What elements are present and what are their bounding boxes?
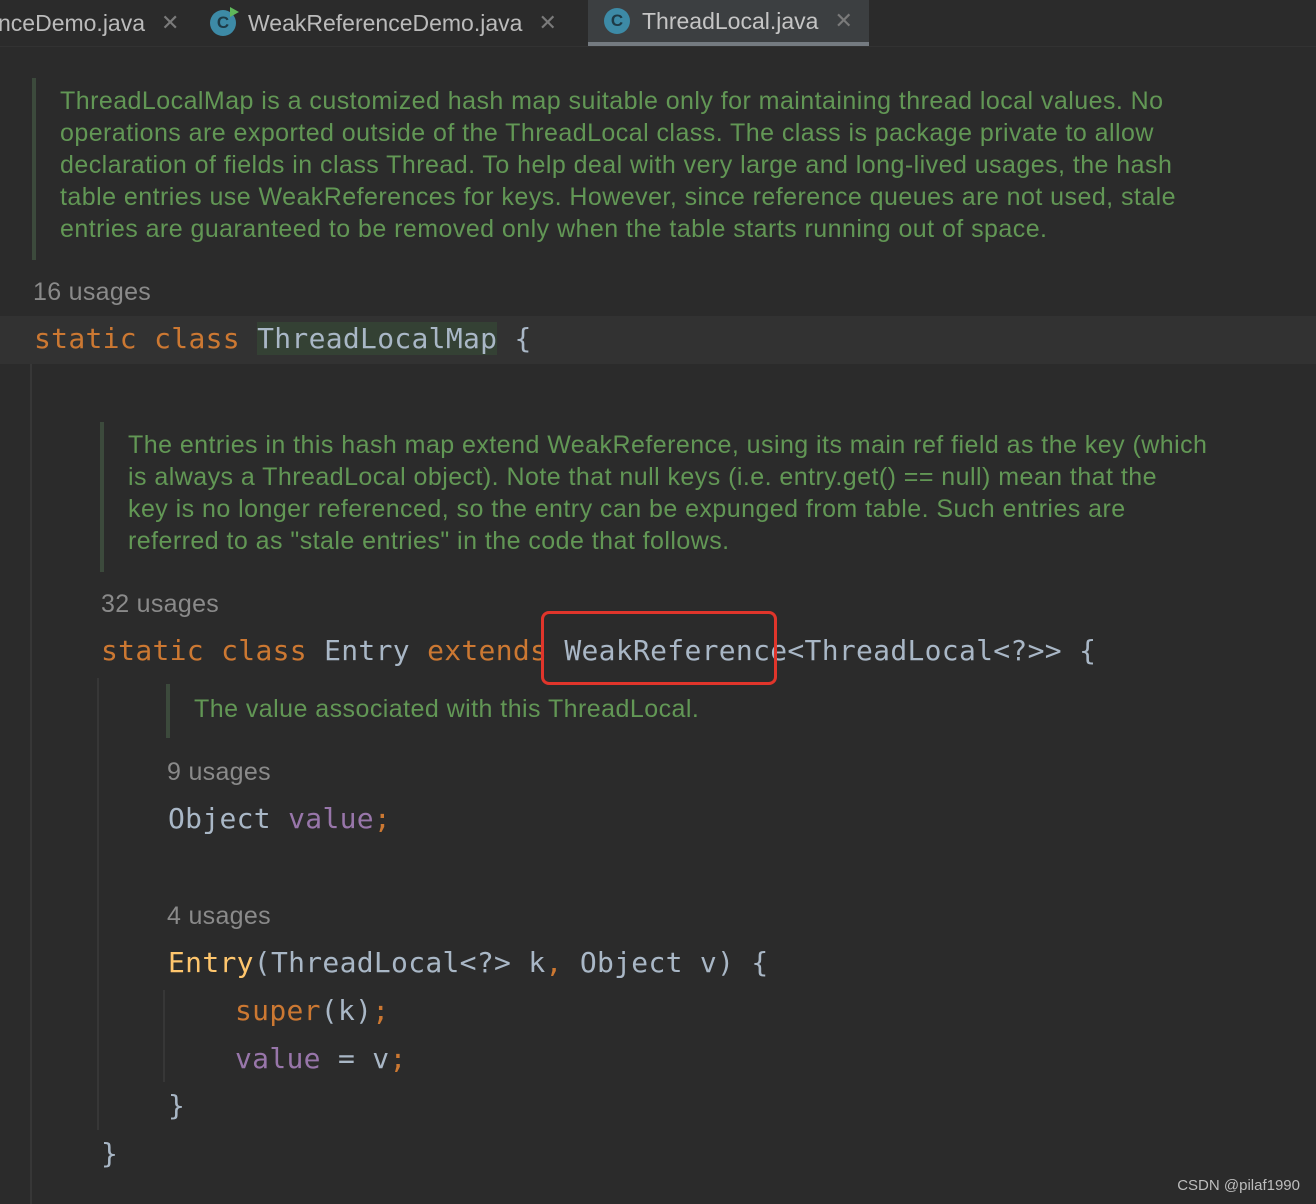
doc-comment-value: The value associated with this ThreadLoc… bbox=[166, 684, 1316, 738]
tab-label: nceDemo.java bbox=[0, 9, 146, 36]
indent-guide bbox=[30, 364, 32, 1204]
tab-threadlocal[interactable]: C ThreadLocal.java ✕ bbox=[588, 0, 869, 46]
code-line-value-assign: value = v; bbox=[235, 1042, 407, 1075]
usages-hint[interactable]: 32 usages bbox=[101, 590, 219, 619]
code-line-constructor: Entry(ThreadLocal<?> k, Object v) { bbox=[168, 946, 769, 979]
watermark: CSDN @pilaf1990 bbox=[1177, 1177, 1300, 1194]
code-line-super-call: super(k); bbox=[235, 994, 390, 1027]
highlight-box bbox=[541, 611, 777, 685]
code-line-close-constructor: } bbox=[168, 1089, 186, 1122]
code-line-close-class: } bbox=[101, 1137, 119, 1170]
class-icon: C bbox=[604, 8, 630, 34]
class-name-threadlocalmap[interactable]: ThreadLocalMap bbox=[257, 322, 498, 355]
editor-tab-bar: nceDemo.java ✕ C WeakReferenceDemo.java … bbox=[0, 0, 1316, 47]
code-line-class-declaration: static class ThreadLocalMap { bbox=[34, 322, 532, 355]
close-icon[interactable]: ✕ bbox=[161, 10, 179, 36]
indent-guide bbox=[97, 678, 99, 1130]
close-icon[interactable]: ✕ bbox=[834, 8, 852, 34]
tab-label: WeakReferenceDemo.java bbox=[248, 9, 523, 36]
class-run-icon: C bbox=[210, 7, 239, 36]
indent-guide bbox=[163, 990, 165, 1082]
usages-hint[interactable]: 9 usages bbox=[167, 758, 271, 787]
tab-label: ThreadLocal.java bbox=[642, 7, 819, 34]
doc-comment-threadlocalmap: ThreadLocalMap is a customized hash map … bbox=[32, 78, 1316, 260]
tab-reference-demo[interactable]: nceDemo.java ✕ bbox=[0, 0, 179, 46]
usages-hint[interactable]: 4 usages bbox=[167, 902, 271, 931]
doc-comment-entry: The entries in this hash map extend Weak… bbox=[100, 422, 1316, 572]
tab-weak-reference-demo[interactable]: C WeakReferenceDemo.java ✕ bbox=[210, 0, 557, 46]
usages-hint[interactable]: 16 usages bbox=[33, 278, 151, 307]
code-line-value-field: Object value; bbox=[168, 802, 392, 835]
close-icon[interactable]: ✕ bbox=[538, 10, 556, 36]
